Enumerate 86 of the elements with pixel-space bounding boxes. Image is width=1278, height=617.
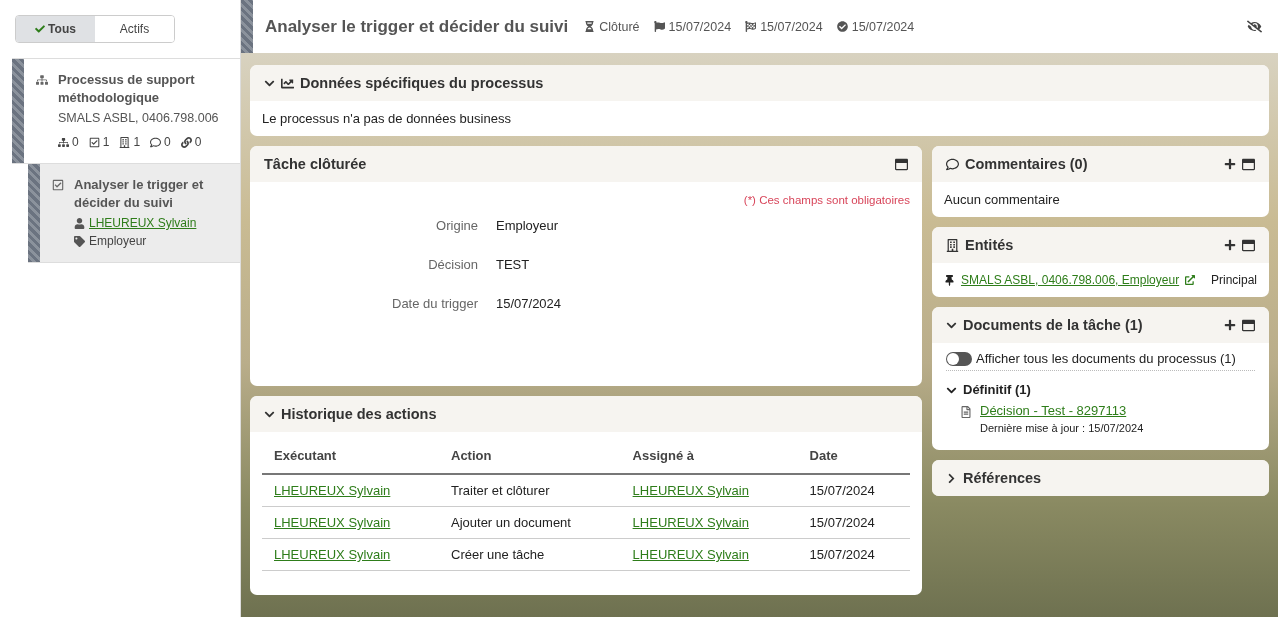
tag-icon <box>74 235 85 247</box>
panel-title: Documents de la tâche (1) <box>963 317 1144 333</box>
hatched-strip <box>241 0 253 53</box>
person-link[interactable]: LHEUREUX Sylvain <box>632 547 749 562</box>
field-value: TEST <box>496 257 531 272</box>
panel-text: Le processus n'a pas de données business <box>262 111 511 126</box>
field-value: 15/07/2024 <box>496 296 563 311</box>
checkbox-icon <box>88 136 100 148</box>
chevron-right-icon[interactable] <box>946 472 957 484</box>
meta-item: Clôturé <box>584 19 640 34</box>
meta-item: 15/07/2024 <box>745 19 823 34</box>
hourglass-icon <box>584 21 596 32</box>
column-header: Date <box>797 438 910 474</box>
assignee-link[interactable]: LHEUREUX Sylvain <box>89 216 197 230</box>
user-icon <box>74 217 85 229</box>
task-title: Analyser le trigger et décider du suivi <box>74 176 205 212</box>
person-link[interactable]: LHEUREUX Sylvain <box>274 547 391 562</box>
hide-icon[interactable] <box>1247 19 1262 34</box>
group-title: Définitif (1) <box>963 381 1031 399</box>
add-icon[interactable] <box>1224 158 1236 170</box>
meta-item: 15/07/2024 <box>836 19 915 34</box>
entity-link[interactable]: SMALS ASBL, 0406.798.006, Employeur <box>961 273 1180 287</box>
building-icon <box>119 136 131 148</box>
external-link-icon[interactable] <box>1185 275 1196 285</box>
column-header: Assigné à <box>620 438 798 474</box>
flag-icon <box>653 21 665 32</box>
table-cell: 15/07/2024 <box>809 515 875 530</box>
person-link[interactable]: LHEUREUX Sylvain <box>274 515 391 530</box>
panel-title: Tâche clôturée <box>264 156 368 172</box>
toggle-label: Afficher tous les documents du processus (1) <box>976 351 1236 366</box>
table-cell: Ajouter un document <box>451 515 571 530</box>
building-icon <box>946 238 959 252</box>
person-link[interactable]: LHEUREUX Sylvain <box>632 483 749 498</box>
count-label: 1 <box>119 135 141 149</box>
task-item[interactable]: Analyser le trigger et décider du suivi LHEUREUX Sylvain Employeur <box>28 164 240 263</box>
process-subtitle: SMALS ASBL, 0406.798.006 <box>58 111 220 125</box>
process-title: Processus de support méthodologique <box>58 71 196 107</box>
maximize-icon[interactable] <box>1242 318 1255 332</box>
column-header: Action <box>439 438 621 474</box>
checkbox-icon <box>52 179 64 191</box>
process-card[interactable]: Processus de support méthodologique SMALS ASBL, 0406.798.006 0 1 1 0 0 <box>12 58 240 164</box>
sitemap-icon <box>36 74 48 86</box>
table-cell: Traiter et clôturer <box>451 483 550 498</box>
count-label: 0 <box>180 135 202 149</box>
add-icon[interactable] <box>1224 239 1236 251</box>
sitemap-icon <box>58 136 69 148</box>
meta-item: 15/07/2024 <box>653 19 732 34</box>
comment-icon <box>946 157 959 171</box>
panel-text: Aucun commentaire <box>944 192 1060 207</box>
pin-icon <box>944 274 955 286</box>
count-label: 0 <box>58 135 79 149</box>
field-value: Employeur <box>496 218 560 233</box>
filter-tab[interactable]: Tous <box>16 16 95 42</box>
count-label: 1 <box>88 135 110 149</box>
person-link[interactable]: LHEUREUX Sylvain <box>632 515 749 530</box>
person-link[interactable]: LHEUREUX Sylvain <box>274 483 391 498</box>
panel-title: Commentaires (0) <box>965 156 1089 172</box>
panel-title: Entités <box>965 237 1015 253</box>
column-header: Exécutant <box>262 438 439 474</box>
document-link[interactable]: Décision - Test - 8297113 <box>980 403 1144 418</box>
field-label: Date du trigger <box>391 296 478 311</box>
count-label: 0 <box>150 135 171 149</box>
panel-title: Références <box>963 470 1043 486</box>
document-date: Dernière mise à jour : 15/07/2024 <box>980 422 1144 434</box>
field-label: Origine <box>435 218 478 233</box>
entity-role: Principal <box>1210 273 1257 287</box>
chart-icon <box>281 76 294 90</box>
page-title: Analyser le trigger et décider du suivi <box>265 16 569 37</box>
table-cell: Créer une tâche <box>451 547 545 562</box>
panel-title: Données spécifiques du processus <box>300 75 545 91</box>
table-cell: 15/07/2024 <box>809 483 875 498</box>
field-label: Décision <box>427 257 478 272</box>
panel-title: Historique des actions <box>281 406 438 422</box>
comment-icon <box>150 136 162 148</box>
check-icon <box>35 24 46 34</box>
add-icon[interactable] <box>1224 319 1236 331</box>
maximize-icon[interactable] <box>1242 238 1255 252</box>
checkered-flag-icon <box>745 21 757 32</box>
document-icon <box>960 406 972 418</box>
required-note: (*) Ces champs sont obligatoires <box>742 194 910 206</box>
toggle-switch[interactable] <box>946 351 972 366</box>
maximize-icon[interactable] <box>895 157 908 171</box>
link-icon <box>180 136 192 148</box>
tag-label: Employeur <box>89 234 147 248</box>
maximize-icon[interactable] <box>1242 157 1255 171</box>
table-cell: 15/07/2024 <box>809 547 875 562</box>
